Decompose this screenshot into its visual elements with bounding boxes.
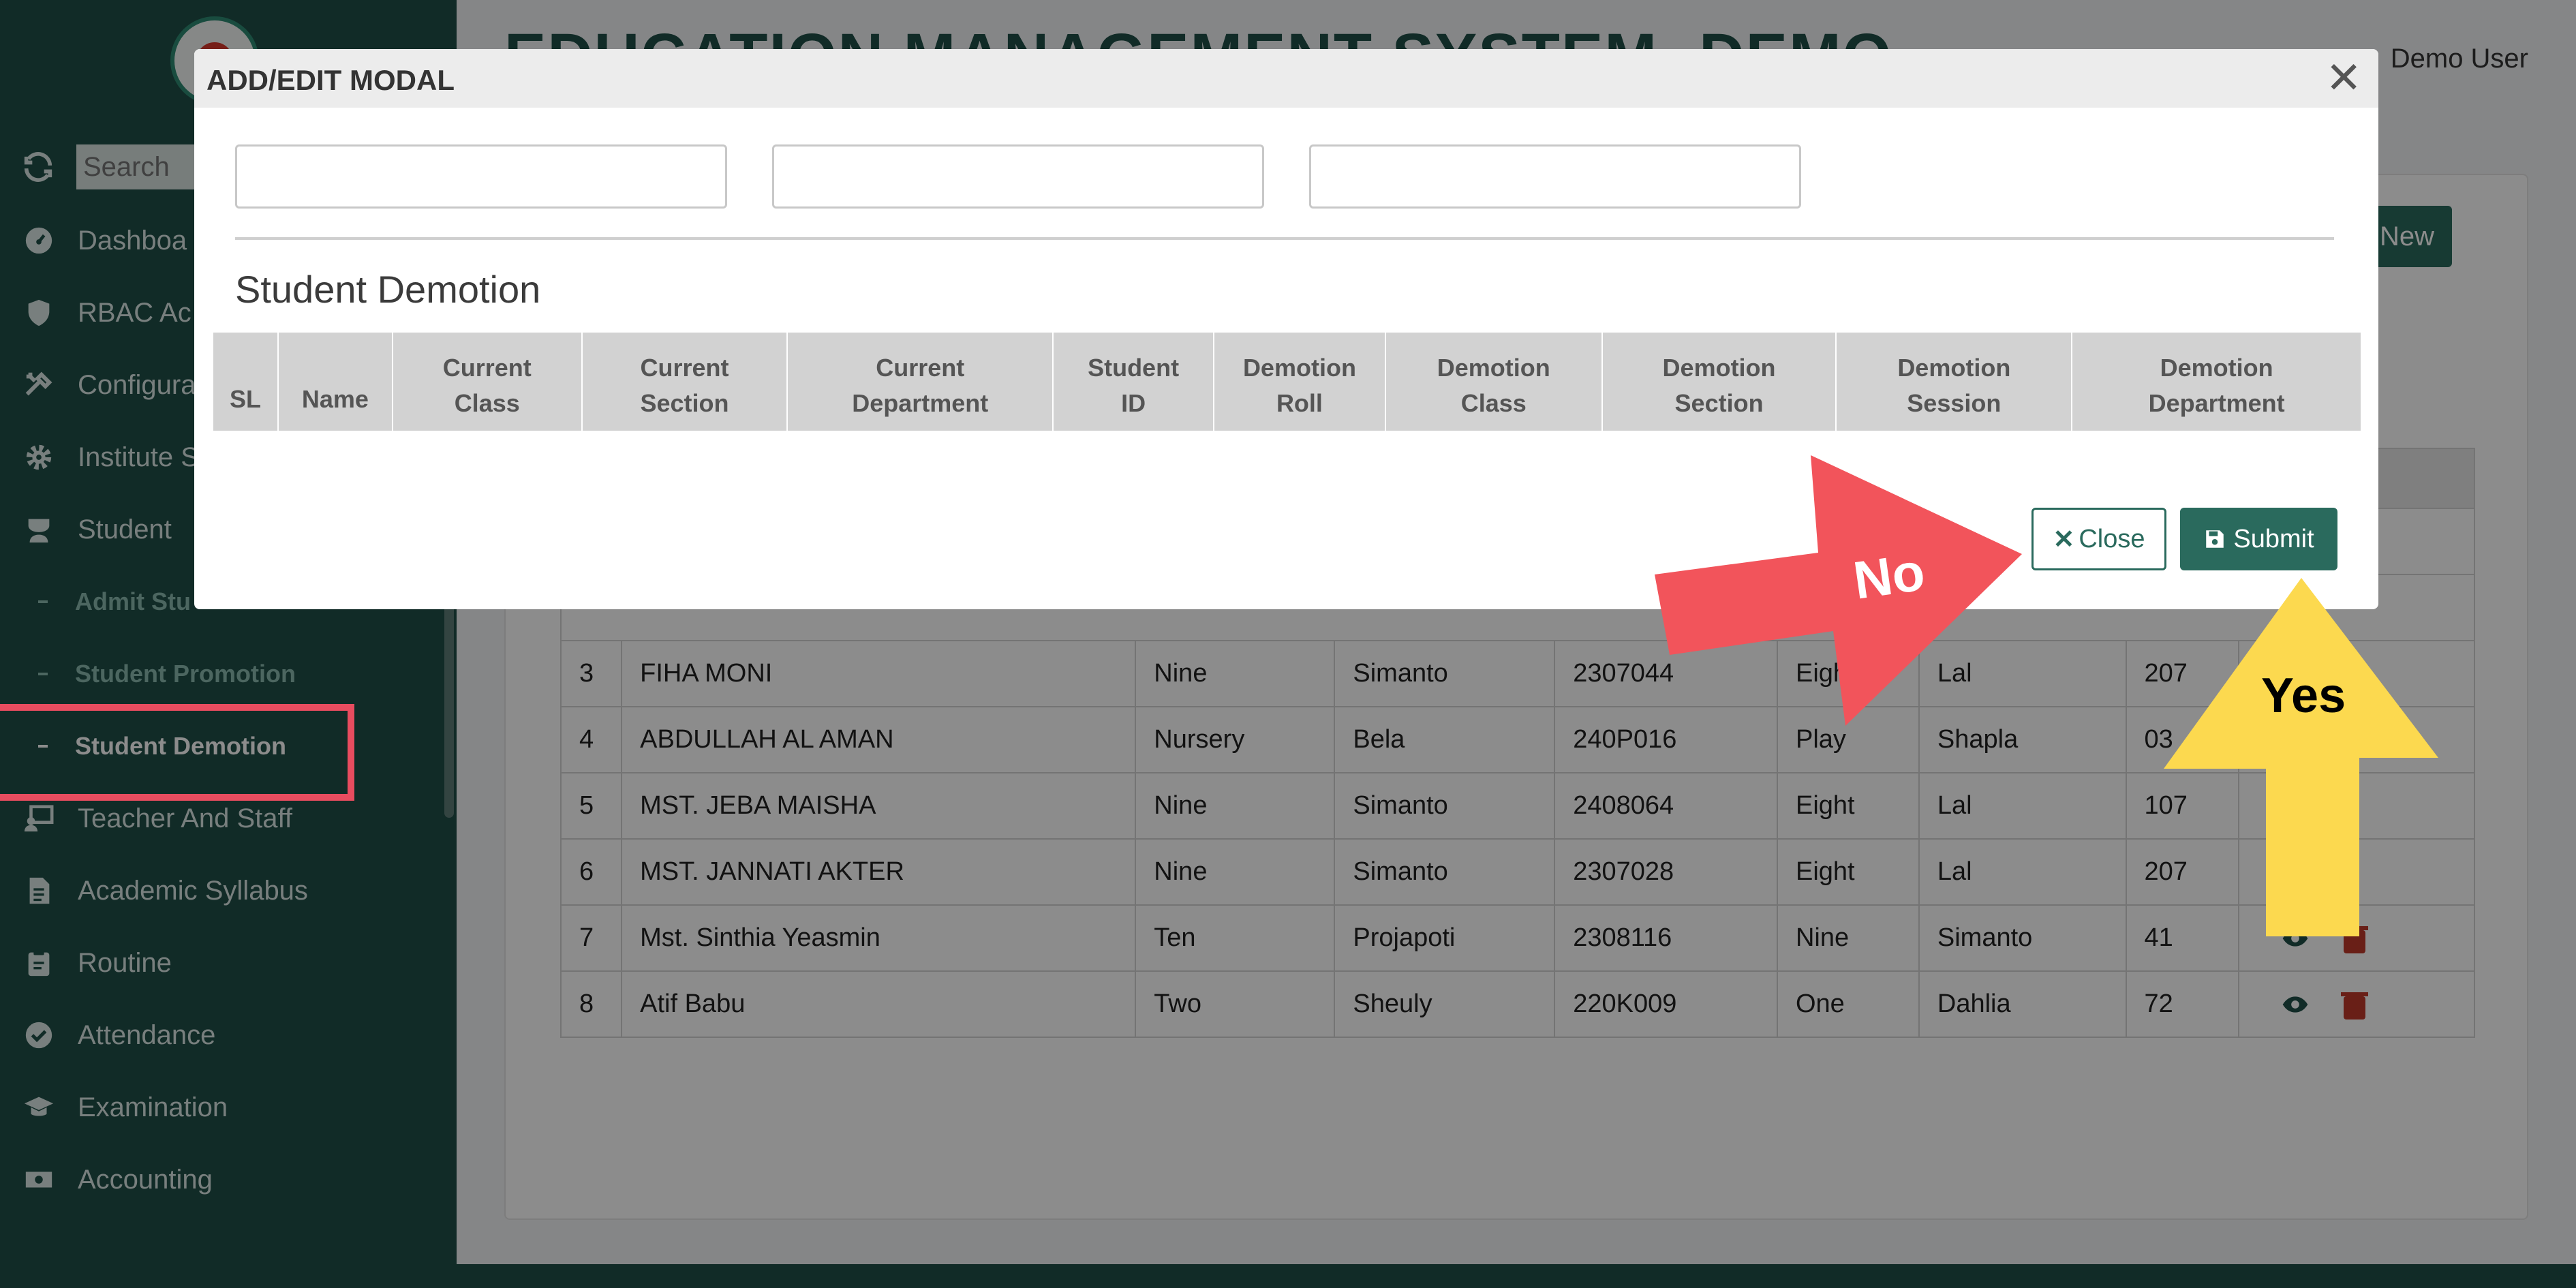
no-arrow <box>1655 455 2022 726</box>
yes-label: Yes <box>2261 669 2346 723</box>
yes-arrow <box>2164 578 2438 936</box>
no-label: No <box>1850 541 1929 611</box>
annotation-layer <box>1655 455 2438 936</box>
